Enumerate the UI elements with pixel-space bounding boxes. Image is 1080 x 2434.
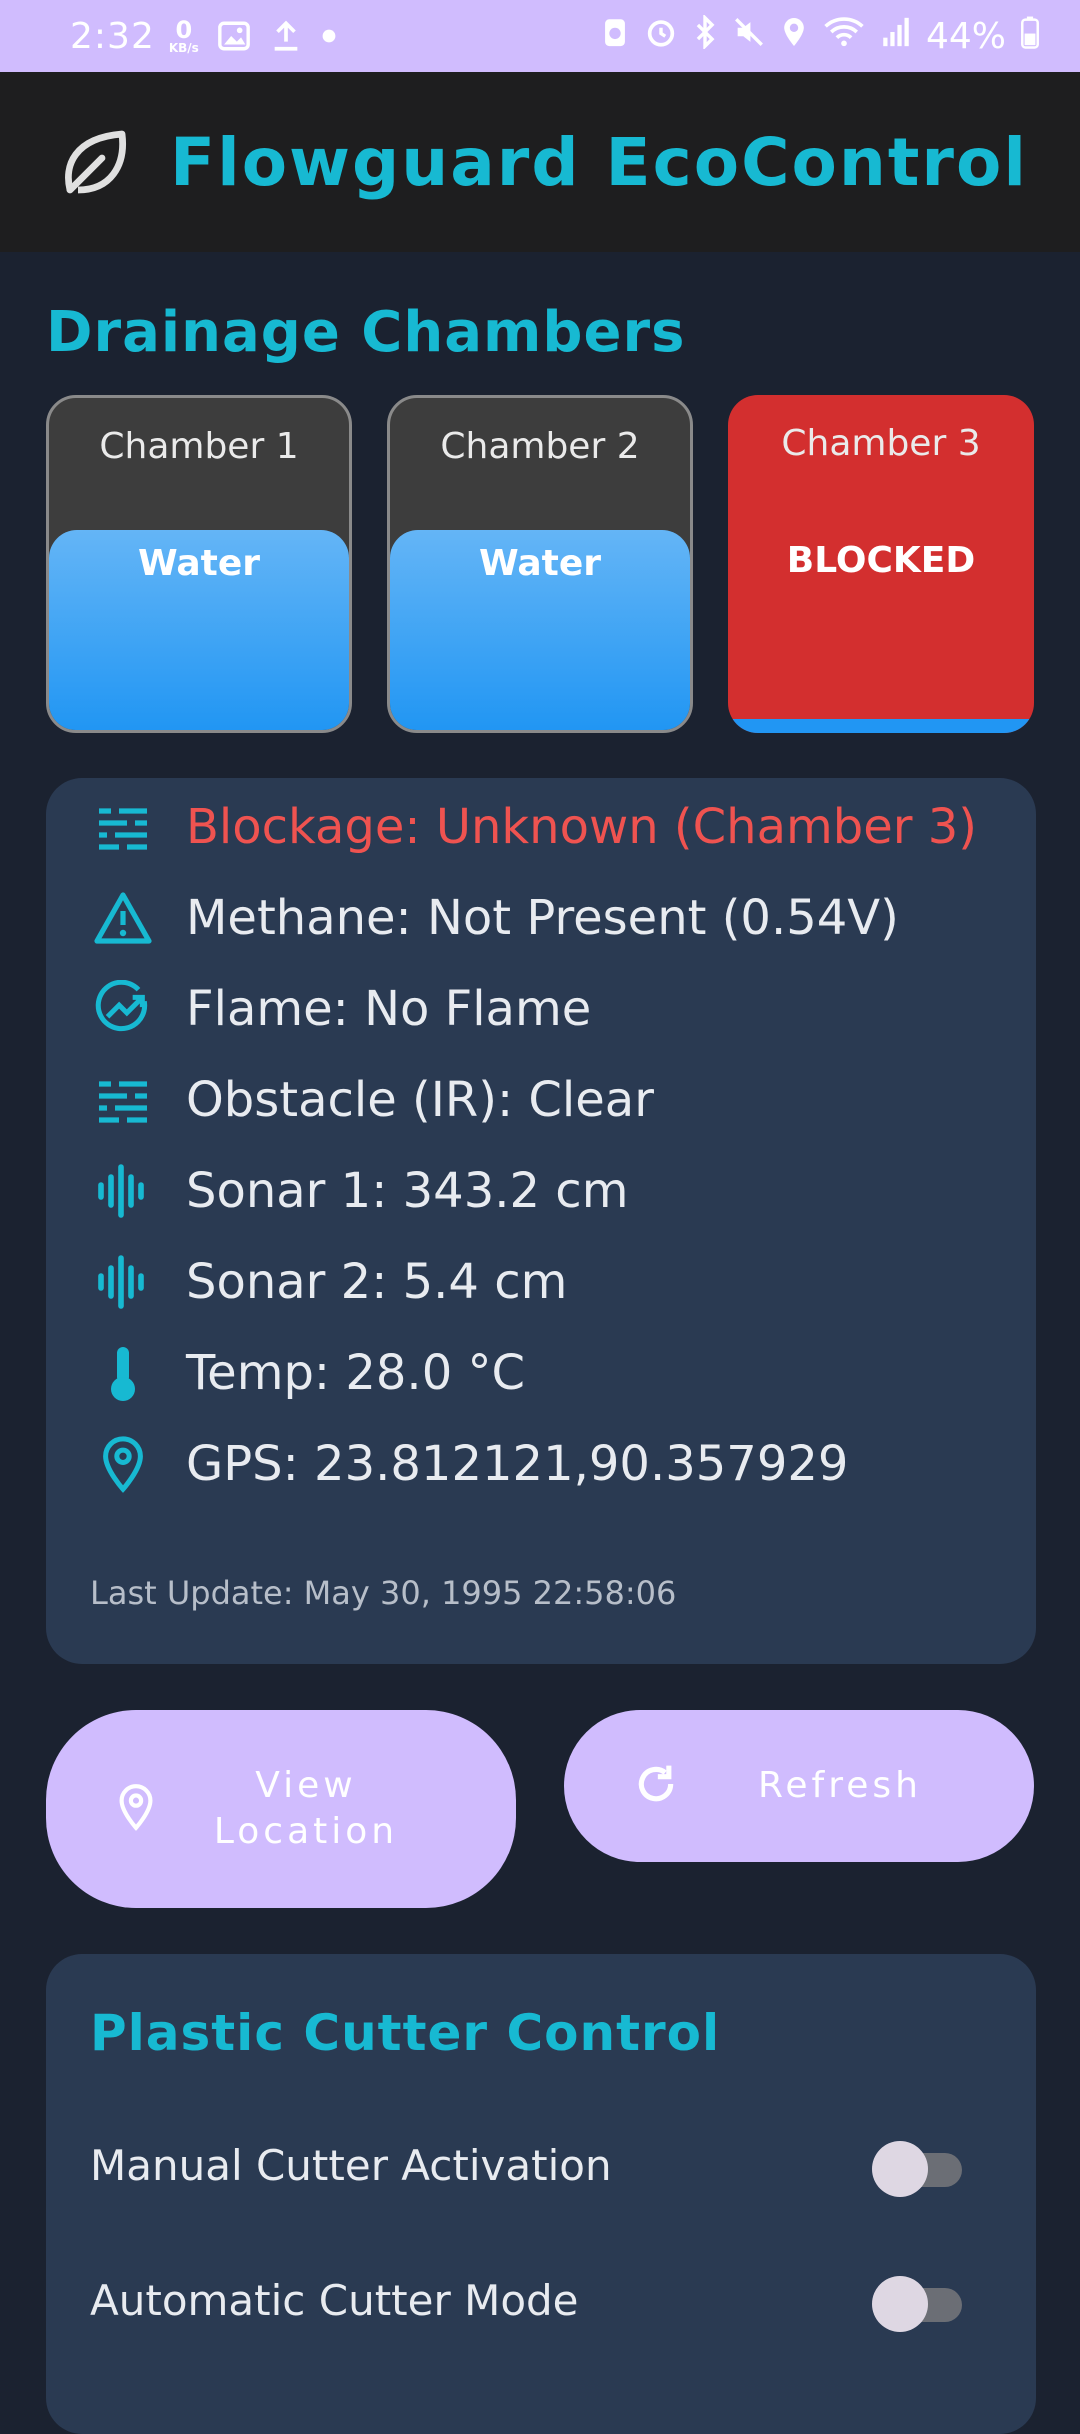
- net-speed-value: 0: [175, 16, 193, 44]
- cutter-section-title: Plastic Cutter Control: [90, 2004, 721, 2062]
- status-bar: 2:32 0 KB/s 44%: [0, 0, 1080, 72]
- sonar1-text: Sonar 1: 343.2 cm: [186, 1163, 629, 1219]
- manual-cutter-toggle[interactable]: [872, 2135, 962, 2197]
- last-update: Last Update: May 30, 1995 22:58:06: [90, 1574, 677, 1612]
- bluetooth-icon: [692, 13, 718, 58]
- wifi-icon: [822, 15, 866, 58]
- status-right: 44%: [600, 13, 1040, 58]
- blockage-icon: [92, 796, 154, 858]
- manual-cutter-row: Manual Cutter Activation: [90, 2130, 962, 2200]
- location-pin-icon: [116, 1783, 156, 1835]
- auto-cutter-toggle[interactable]: [872, 2270, 962, 2332]
- battery-icon: [1020, 15, 1040, 58]
- view-location-label: View Location: [206, 1763, 406, 1855]
- refresh-label: Refresh: [758, 1765, 922, 1806]
- chamber-name: Chamber 1: [99, 426, 299, 467]
- chambers-section-title: Drainage Chambers: [46, 300, 686, 365]
- gallery-icon: [217, 19, 251, 53]
- chamber-state: Water: [137, 543, 261, 584]
- sonar-icon: [92, 1251, 154, 1313]
- mute-icon: [732, 15, 766, 58]
- temp-row: Temp: 28.0 °C: [92, 1338, 525, 1408]
- thermometer-icon: [92, 1342, 154, 1404]
- trending-icon: [92, 978, 154, 1040]
- dot-icon: [321, 28, 337, 44]
- alarm-icon: [644, 15, 678, 58]
- flame-text: Flame: No Flame: [186, 981, 592, 1037]
- sonar1-row: Sonar 1: 343.2 cm: [92, 1156, 628, 1226]
- water-level: [728, 719, 1034, 733]
- toggle-thumb: [872, 2276, 928, 2332]
- refresh-button[interactable]: Refresh: [564, 1710, 1034, 1862]
- view-location-label-line1: View: [255, 1765, 357, 1806]
- chamber-state: BLOCKED: [786, 540, 976, 581]
- leaf-icon: [65, 130, 126, 194]
- net-speed-unit: KB/s: [168, 41, 199, 55]
- location-pin-icon: [92, 1433, 154, 1495]
- chamber-state: Water: [478, 543, 602, 584]
- sonar-icon: [92, 1160, 154, 1222]
- app-title: Flowguard EcoControl: [170, 123, 1028, 201]
- methane-row: Methane: Not Present (0.54V): [92, 883, 899, 953]
- net-speed: 0 KB/s: [169, 18, 199, 54]
- status-time: 2:32: [70, 15, 155, 57]
- chamber-name: Chamber 2: [440, 426, 640, 467]
- blockage-text: Blockage: Unknown (Chamber 3): [186, 799, 977, 855]
- manual-cutter-label: Manual Cutter Activation: [90, 2140, 612, 2190]
- flame-row: Flame: No Flame: [92, 974, 591, 1044]
- obstacle-icon: [92, 1069, 154, 1131]
- upload-icon: [269, 19, 303, 53]
- gps-text: GPS: 23.812121,90.357929: [186, 1436, 849, 1492]
- app-header: Flowguard EcoControl: [0, 72, 1080, 252]
- sonar2-text: Sonar 2: 5.4 cm: [186, 1254, 568, 1310]
- obstacle-text: Obstacle (IR): Clear: [186, 1072, 654, 1128]
- refresh-icon: [634, 1762, 678, 1810]
- gps-row: GPS: 23.812121,90.357929: [92, 1429, 848, 1499]
- temp-text: Temp: 28.0 °C: [186, 1345, 525, 1401]
- cutter-control-card: Plastic Cutter Control Manual Cutter Act…: [46, 1954, 1036, 2434]
- chamber-name: Chamber 3: [781, 423, 981, 464]
- battery-saver-icon: [600, 15, 630, 58]
- toggle-thumb: [872, 2141, 928, 2197]
- auto-cutter-row: Automatic Cutter Mode: [90, 2265, 962, 2335]
- chamber-2-card[interactable]: Chamber 2 Water: [387, 395, 693, 733]
- sonar2-row: Sonar 2: 5.4 cm: [92, 1247, 567, 1317]
- view-location-label-line2: Location: [213, 1811, 399, 1852]
- obstacle-row: Obstacle (IR): Clear: [92, 1065, 654, 1135]
- sensor-status-card: Blockage: Unknown (Chamber 3) Methane: N…: [46, 778, 1036, 1664]
- chamber-1-card[interactable]: Chamber 1 Water: [46, 395, 352, 733]
- battery-percent: 44%: [925, 15, 1006, 57]
- blockage-row: Blockage: Unknown (Chamber 3): [92, 792, 977, 862]
- auto-cutter-label: Automatic Cutter Mode: [90, 2275, 579, 2325]
- chamber-3-card[interactable]: Chamber 3 BLOCKED: [728, 395, 1034, 733]
- methane-text: Methane: Not Present (0.54V): [186, 890, 899, 946]
- location-icon: [780, 15, 808, 58]
- view-location-button[interactable]: View Location: [46, 1710, 516, 1908]
- warning-icon: [92, 887, 154, 949]
- signal-icon: [880, 15, 912, 58]
